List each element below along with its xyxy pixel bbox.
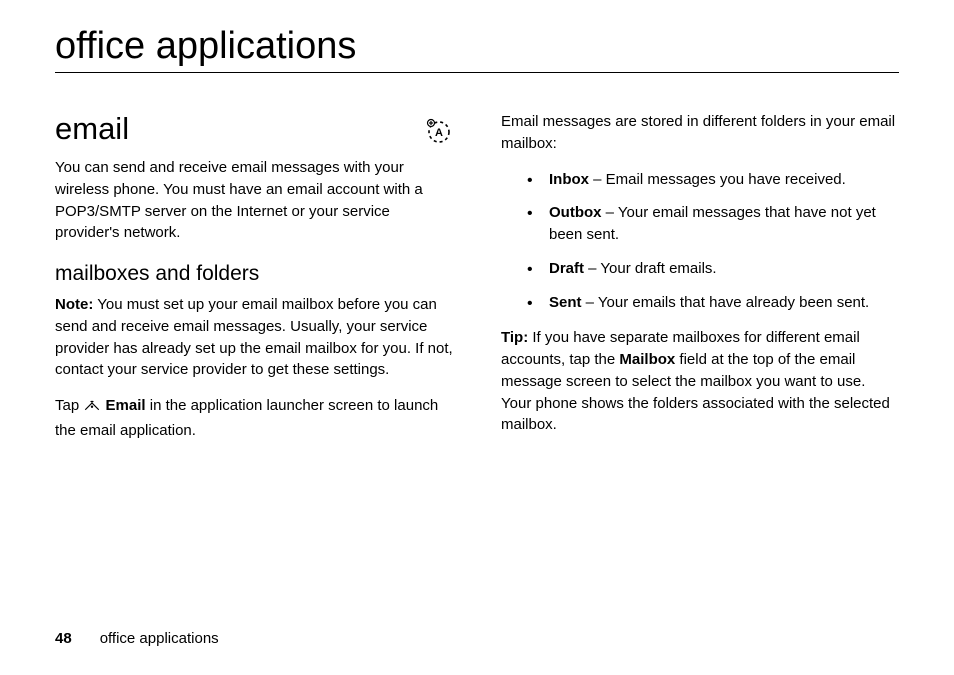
folder-desc: – Your draft emails. [584, 260, 717, 277]
note-paragraph: Note: You must set up your email mailbox… [55, 294, 453, 381]
mailbox-field-label: Mailbox [619, 351, 675, 368]
chapter-title: office applications [55, 25, 899, 73]
svg-text:A: A [435, 127, 443, 139]
email-intro-paragraph: You can send and receive email messages … [55, 157, 453, 244]
running-title: office applications [100, 630, 219, 647]
folder-desc: – Email messages you have received. [589, 171, 846, 188]
manual-page: office applications email A You can send… [0, 0, 954, 675]
folders-intro: Email messages are stored in different f… [501, 111, 899, 155]
section-header-row: email A [55, 111, 453, 157]
tap-instruction: Tap Email in the application launcher sc… [55, 395, 453, 442]
feature-icon: A [425, 117, 453, 145]
email-ui-label: Email [106, 397, 146, 414]
folder-list: Inbox – Email messages you have received… [501, 169, 899, 314]
tip-label: Tip: [501, 329, 528, 346]
list-item: Outbox – Your email messages that have n… [531, 202, 899, 246]
page-number: 48 [55, 630, 72, 647]
tap-prefix: Tap [55, 397, 83, 414]
folder-name: Outbox [549, 204, 602, 221]
folder-name: Inbox [549, 171, 589, 188]
tip-paragraph: Tip: If you have separate mailboxes for … [501, 327, 899, 436]
two-column-layout: email A You can send and receive email m… [55, 111, 899, 456]
list-item: Inbox – Email messages you have received… [531, 169, 899, 191]
subheading-mailboxes: mailboxes and folders [55, 262, 453, 286]
right-column: Email messages are stored in different f… [501, 111, 899, 456]
page-footer: 48 office applications [55, 630, 219, 647]
list-item: Sent – Your emails that have already bee… [531, 292, 899, 314]
folder-desc: – Your emails that have already been sen… [582, 294, 870, 311]
list-item: Draft – Your draft emails. [531, 258, 899, 280]
folder-name: Draft [549, 260, 584, 277]
note-label: Note: [55, 296, 93, 313]
note-text: You must set up your email mailbox befor… [55, 296, 453, 378]
folder-name: Sent [549, 294, 582, 311]
launcher-icon [83, 398, 101, 420]
section-title-email: email [55, 111, 129, 147]
left-column: email A You can send and receive email m… [55, 111, 453, 456]
